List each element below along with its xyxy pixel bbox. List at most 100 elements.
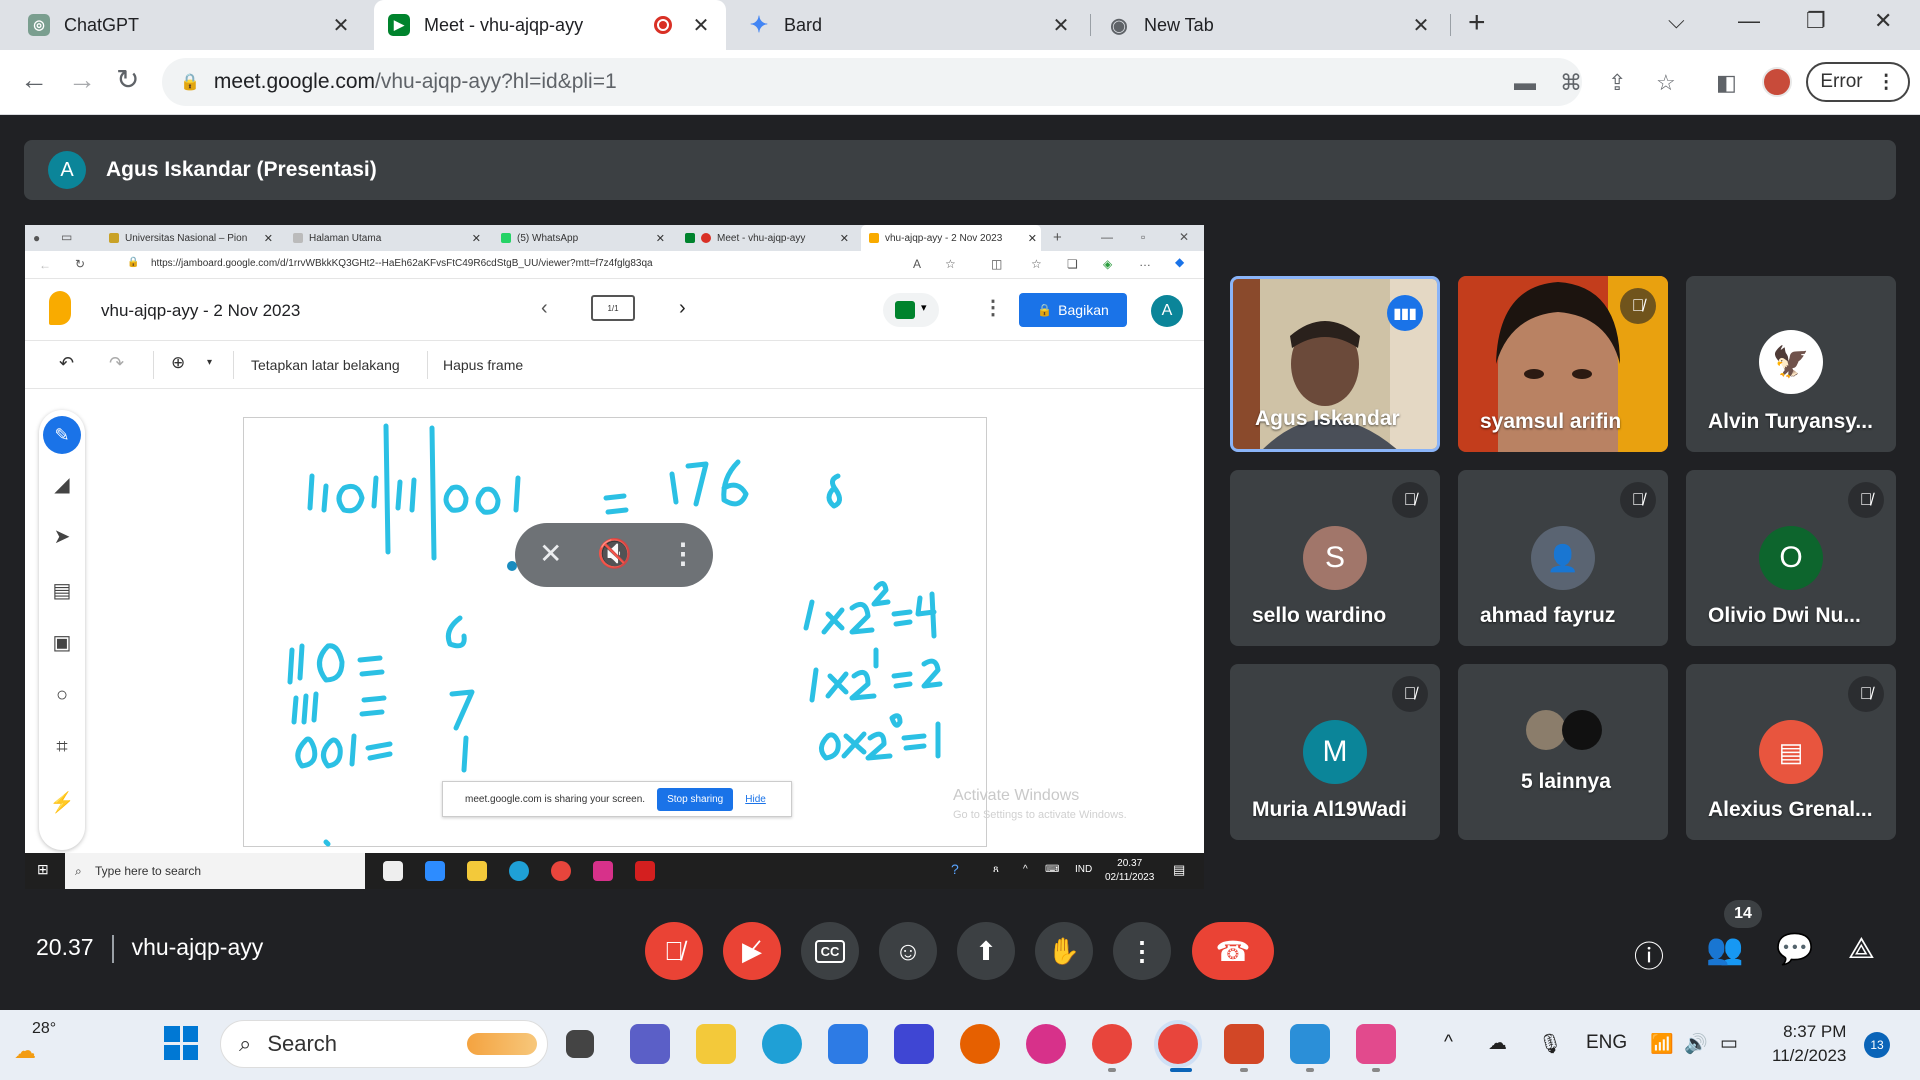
info-icon[interactable]: ⓘ — [1634, 932, 1664, 976]
present-button[interactable]: ⬆ — [957, 922, 1015, 980]
weather-widget[interactable]: 28° ☁ — [14, 1020, 56, 1064]
translate-icon[interactable]: ⌘ — [1560, 70, 1582, 96]
participant-tile[interactable]: 🎙̸ O Olivio Dwi Nu... — [1686, 470, 1896, 646]
chrome-active-icon[interactable] — [1158, 1024, 1198, 1064]
close-icon[interactable]: ✕ — [1410, 13, 1432, 38]
taskbar-clock[interactable]: 8:37 PM 11/2/2023 — [1772, 1020, 1846, 1068]
edge-icon[interactable] — [762, 1024, 802, 1064]
app-icon[interactable] — [1026, 1024, 1066, 1064]
volume-icon[interactable]: 🔊 — [1684, 1032, 1708, 1056]
reload-icon[interactable]: ↻ — [116, 66, 139, 94]
raise-hand-button[interactable]: ✋ — [1035, 922, 1093, 980]
notepad-icon[interactable] — [1290, 1024, 1330, 1064]
participant-tile-others[interactable]: 5 lainnya — [1458, 664, 1668, 840]
meeting-time: 20.37 — [36, 934, 94, 960]
people-icon[interactable]: 👥 — [1706, 932, 1743, 967]
delete-frame-label: Hapus frame — [443, 357, 524, 373]
close-icon: ✕ — [1179, 230, 1190, 244]
close-icon[interactable]: ✕ — [690, 13, 712, 38]
file-explorer-icon[interactable] — [696, 1024, 736, 1064]
task-view-icon[interactable] — [566, 1030, 594, 1058]
snipping-tool-icon[interactable] — [1356, 1024, 1396, 1064]
participant-tile[interactable]: 🎙̸ ▤ Alexius Grenal... — [1686, 664, 1896, 840]
presenter-label: Agus Iskandar (Presentasi) — [106, 158, 377, 181]
powerpoint-icon[interactable] — [1224, 1024, 1264, 1064]
share-icon[interactable]: ⇪ — [1608, 70, 1626, 96]
laser-icon: ⚡ — [49, 792, 75, 814]
more-vert-icon: ⋮ — [669, 538, 697, 569]
minimize-icon[interactable]: — — [1738, 8, 1760, 34]
camera-toggle-button[interactable]: ▶̸ — [723, 922, 781, 980]
app-icon — [593, 861, 613, 881]
shared-tab: (5) WhatsApp ✕ — [493, 225, 669, 251]
chrome-icon[interactable] — [1092, 1024, 1132, 1064]
tab-meet[interactable]: ▶ Meet - vhu-ajqp-ayy ✕ — [374, 0, 726, 50]
teams-chat-icon[interactable] — [630, 1024, 670, 1064]
participant-tile[interactable]: 🎙̸ S sello wardino — [1230, 470, 1440, 646]
mic-off-icon: 🎙̸ — [664, 935, 684, 966]
leave-call-button[interactable]: ☎ — [1192, 922, 1274, 980]
reactions-button[interactable]: ☺ — [879, 922, 937, 980]
bookmark-star-icon[interactable]: ☆ — [1656, 70, 1676, 96]
taskbar-search[interactable]: ⌕ Search — [220, 1020, 548, 1068]
mic-off-icon: 🎙̸ — [1620, 482, 1656, 518]
participant-tile[interactable]: ▮▮▮ Agus Iskandar — [1230, 276, 1440, 452]
captions-button[interactable]: CC — [801, 922, 859, 980]
mic-toggle-button[interactable]: 🎙̸ — [645, 922, 703, 980]
participant-name: syamsul arifin — [1480, 410, 1622, 433]
tab-bard[interactable]: ✦ Bard ✕ — [734, 0, 1086, 50]
firefox-icon[interactable] — [960, 1024, 1000, 1064]
tab-search-chevron-icon[interactable]: ⌵ — [1668, 8, 1685, 34]
emoji-icon: ☺ — [894, 935, 922, 966]
chat-icon[interactable]: 💬 — [1776, 932, 1813, 967]
store-icon — [383, 861, 403, 881]
shared-taskbar: ⊞ ⌕ Type here to search ? ጸ ^ ⌨ IND 20.37… — [25, 853, 1204, 889]
mic-off-icon: 🎙̸ — [1392, 482, 1428, 518]
tab-chatgpt[interactable]: ◎ ChatGPT ✕ — [14, 0, 366, 50]
address-bar[interactable]: 🔒 meet.google.com/vhu-ajqp-ayy?hl=id&pli… — [162, 58, 1582, 106]
close-window-icon[interactable]: ✕ — [1874, 8, 1892, 34]
participant-tile[interactable]: 🦅 Alvin Turyansy... — [1686, 276, 1896, 452]
side-panel-icon[interactable]: ◧ — [1716, 70, 1737, 96]
close-icon[interactable]: ✕ — [1050, 13, 1072, 38]
language-indicator[interactable]: ENG — [1586, 1032, 1627, 1054]
jamboard-header: vhu-ajqp-ayy - 2 Nov 2023 ‹ 1/1 › ▾ ⋮ 🔒 B… — [25, 279, 1204, 341]
more-options-button[interactable]: ⋮ — [1113, 922, 1171, 980]
app-icon[interactable] — [894, 1024, 934, 1064]
participant-mini-avatar — [1526, 710, 1566, 750]
shared-clock-time: 20.37 — [1117, 858, 1143, 869]
shared-tab-active: vhu-ajqp-ayy - 2 Nov 2023 ✕ — [861, 225, 1041, 251]
participant-tile[interactable]: 🎙̸ 👤 ahmad fayruz — [1458, 470, 1668, 646]
more-vert-icon: ⋮ — [1129, 935, 1155, 966]
notification-badge[interactable]: 13 — [1864, 1032, 1890, 1058]
error-button[interactable]: Error ⋮ — [1806, 62, 1910, 102]
text-box-icon: ⌗ — [56, 736, 68, 758]
microphone-icon[interactable]: 🎙 — [1538, 1032, 1562, 1056]
back-icon[interactable]: ← — [20, 66, 48, 94]
stop-sharing-button: Stop sharing — [657, 787, 734, 811]
forward-icon[interactable]: → — [68, 66, 96, 94]
restore-icon[interactable]: ❐ — [1806, 8, 1826, 34]
new-tab-plus-icon[interactable]: + — [1468, 6, 1486, 40]
onedrive-icon[interactable]: ☁ — [1488, 1032, 1507, 1055]
activities-icon[interactable]: ⟁ — [1848, 932, 1875, 966]
extension-icon: ◈ — [1103, 257, 1113, 271]
search-icon: ⌕ — [239, 1031, 252, 1056]
participant-tile[interactable]: 🎙̸ M Muria Al19Wadi — [1230, 664, 1440, 840]
star-icon: ☆ — [945, 257, 956, 271]
shared-tab-label: Meet - vhu-ajqp-ayy — [717, 232, 806, 244]
battery-icon[interactable]: ▭ — [1720, 1032, 1738, 1055]
redo-icon: ↷ — [109, 353, 125, 373]
profile-avatar[interactable] — [1762, 67, 1792, 97]
profile-icon: ● — [33, 231, 41, 245]
start-button-icon[interactable] — [164, 1026, 198, 1060]
chevron-up-icon[interactable]: ^ — [1444, 1032, 1453, 1054]
participant-name: Alvin Turyansy... — [1708, 410, 1873, 433]
close-icon[interactable]: ✕ — [330, 13, 352, 38]
wifi-icon[interactable]: 📶 — [1650, 1032, 1674, 1056]
tab-new-tab[interactable]: ◉ New Tab ✕ — [1094, 0, 1446, 50]
microsoft-store-icon[interactable] — [828, 1024, 868, 1064]
search-highlight-image — [467, 1033, 537, 1055]
participant-tile[interactable]: 🎙̸ syamsul arifin — [1458, 276, 1668, 452]
camera-icon[interactable]: ▬ — [1514, 70, 1536, 96]
